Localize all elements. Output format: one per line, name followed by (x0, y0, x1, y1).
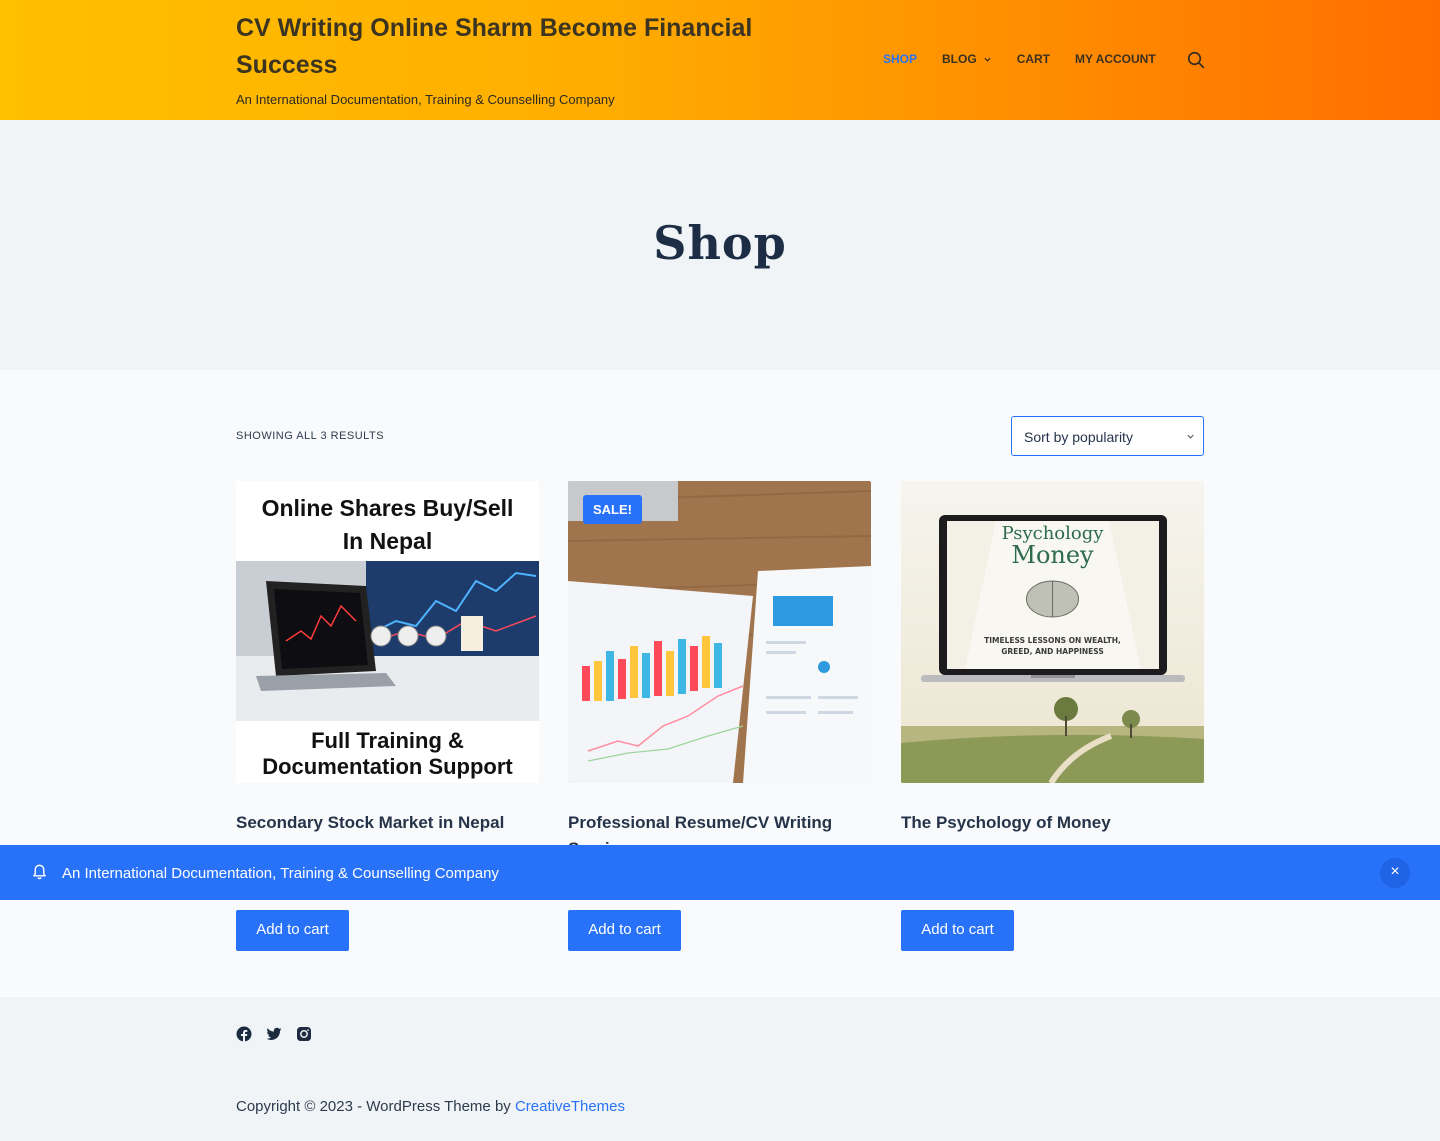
copyright: Copyright © 2023 - WordPress Theme by Cr… (236, 1098, 625, 1115)
nav-item-my-account[interactable]: MY ACCOUNT (1075, 52, 1156, 66)
search-icon[interactable] (1187, 51, 1205, 69)
instagram-icon[interactable] (296, 1026, 312, 1042)
site-tagline: An International Documentation, Training… (236, 92, 615, 107)
creativethemes-link[interactable]: CreativeThemes (515, 1098, 625, 1115)
bell-icon (33, 864, 46, 880)
stock-market-image: Online Shares Buy/Sell In Nepal Full Tra… (236, 481, 539, 783)
book-subtitle-line-2: GREED, AND HAPPINESS (1001, 647, 1104, 656)
nav-item-blog[interactable]: BLOG (942, 52, 992, 66)
book-subtitle-line-1: TIMELESS LESSONS ON WEALTH, (984, 636, 1121, 645)
store-notice: An International Documentation, Training… (0, 845, 1440, 900)
site-header: CV Writing Online Sharm Become Financial… (0, 0, 1440, 120)
product-image[interactable]: Psychology Money TIMELESS LESSONS ON WEA… (901, 481, 1204, 783)
image-heading-line-2: In Nepal (343, 528, 432, 554)
product-card: SALE! Professional Resume/CV Writing Ser… (568, 481, 871, 951)
image-footer-line-2: Documentation Support (262, 754, 513, 779)
psychology-of-money-image: Psychology Money TIMELESS LESSONS ON WEA… (901, 481, 1204, 783)
image-footer-line-1: Full Training & (311, 728, 464, 753)
result-count: SHOWING ALL 3 RESULTS (236, 430, 385, 442)
store-notice-text: An International Documentation, Training… (62, 865, 499, 882)
resume-documents-image (568, 481, 871, 783)
main-nav: SHOP BLOG CART MY ACCOUNT (883, 52, 1181, 66)
page-hero: Shop (0, 120, 1440, 370)
nav-item-blog-label: BLOG (942, 52, 977, 66)
add-to-cart-button[interactable]: Add to cart (568, 910, 681, 951)
product-card: Online Shares Buy/Sell In Nepal Full Tra… (236, 481, 539, 951)
image-heading-line-1: Online Shares Buy/Sell (262, 495, 514, 521)
chevron-down-icon (1187, 434, 1194, 439)
add-to-cart-button[interactable]: Add to cart (901, 910, 1014, 951)
add-to-cart-button[interactable]: Add to cart (236, 910, 349, 951)
nav-item-cart[interactable]: CART (1017, 52, 1050, 66)
facebook-icon[interactable] (236, 1026, 252, 1042)
product-image[interactable]: Online Shares Buy/Sell In Nepal Full Tra… (236, 481, 539, 783)
page-title: Shop (653, 216, 787, 270)
site-footer: Copyright © 2023 - WordPress Theme by Cr… (0, 997, 1440, 1141)
twitter-icon[interactable] (266, 1026, 282, 1042)
product-title[interactable]: Secondary Stock Market in Nepal (236, 810, 526, 836)
product-card: Psychology Money TIMELESS LESSONS ON WEA… (901, 481, 1204, 951)
product-title[interactable]: The Psychology of Money (901, 810, 1191, 836)
nav-item-shop[interactable]: SHOP (883, 52, 917, 66)
sort-select-value: Sort by popularity (1024, 429, 1133, 445)
product-image[interactable]: SALE! (568, 481, 871, 783)
book-title-line-2: Money (1011, 541, 1094, 569)
close-notice-button[interactable]: × (1380, 858, 1410, 888)
sort-select[interactable]: Sort by popularity (1011, 416, 1204, 456)
site-title[interactable]: CV Writing Online Sharm Become Financial… (236, 10, 836, 84)
sale-badge: SALE! (583, 495, 642, 524)
chevron-down-icon (984, 57, 991, 62)
copyright-text: Copyright © 2023 - WordPress Theme by (236, 1098, 511, 1115)
